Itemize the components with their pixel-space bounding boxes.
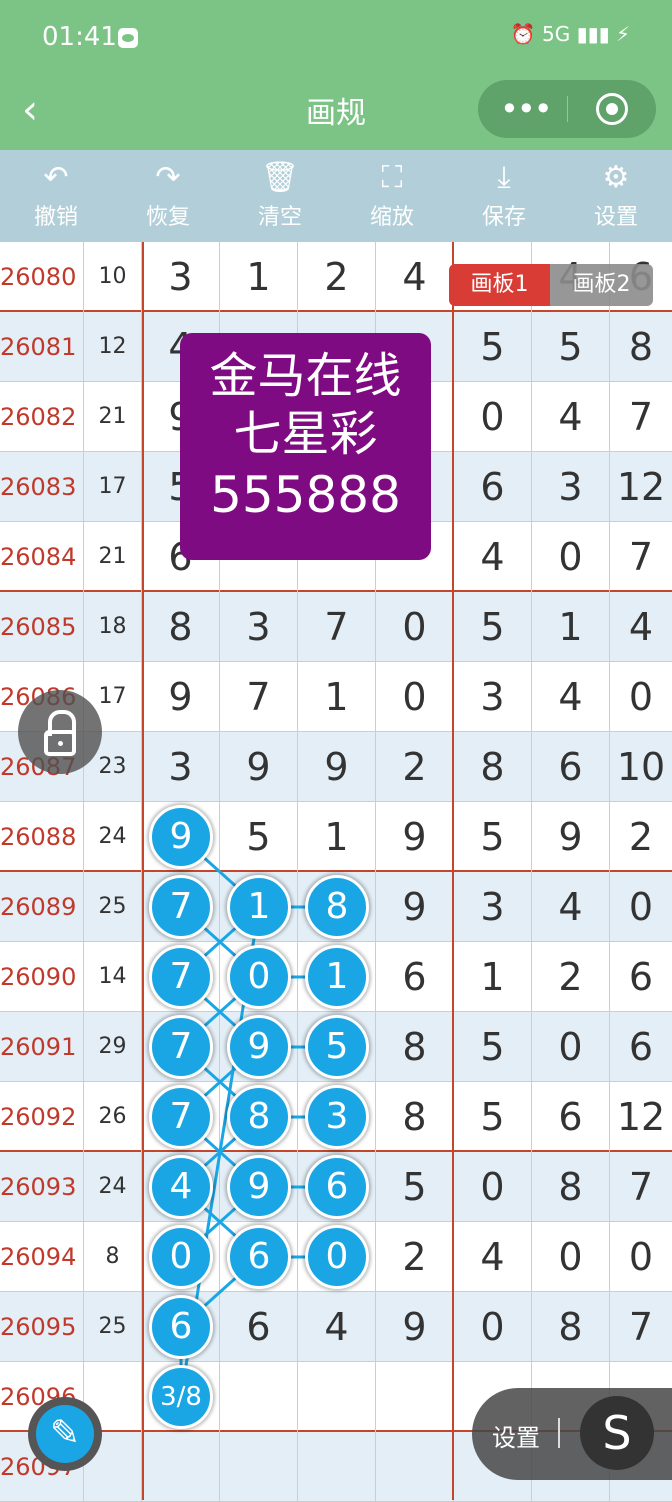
marked-number-bubble[interactable]: 4 bbox=[149, 1155, 213, 1219]
redo-label: 恢复 bbox=[145, 205, 190, 230]
undo-icon: ↶ bbox=[43, 160, 69, 195]
wechat-icon bbox=[118, 28, 138, 48]
marked-number-bubble[interactable]: 0 bbox=[305, 1225, 369, 1289]
marked-number-bubble[interactable]: 8 bbox=[305, 875, 369, 939]
zoom-button[interactable]: ⛶ 缩放 bbox=[336, 150, 448, 242]
pen-button[interactable]: ✎ bbox=[28, 1397, 102, 1471]
marked-number-bubble[interactable]: 3/8 bbox=[149, 1365, 213, 1429]
capsule-divider bbox=[567, 96, 568, 122]
marked-number-bubble[interactable]: 1 bbox=[305, 945, 369, 1009]
redo-button[interactable]: ↷ 恢复 bbox=[112, 150, 224, 242]
marked-number-bubble[interactable]: 0 bbox=[149, 1225, 213, 1289]
marked-number-bubble[interactable]: 3 bbox=[305, 1085, 369, 1149]
close-target-icon[interactable] bbox=[596, 93, 628, 125]
trash-icon: 🗑 bbox=[260, 160, 300, 195]
bottom-settings-pill: 设置 S bbox=[472, 1388, 672, 1480]
promo-banner: 金马在线 七星彩 555888 bbox=[180, 333, 431, 560]
zoom-icon: ⛶ bbox=[381, 160, 403, 195]
network-label: 5G bbox=[541, 22, 571, 46]
status-icons: ⏰ 5G ▮▮▮ ⚡ bbox=[510, 22, 630, 46]
undo-button[interactable]: ↶ 撤销 bbox=[0, 150, 112, 242]
miniprogram-capsule: ••• bbox=[478, 80, 656, 138]
board1-tab[interactable]: 画板1 bbox=[449, 264, 550, 306]
marked-number-bubble[interactable]: 6 bbox=[227, 1225, 291, 1289]
marked-number-bubble[interactable]: 1 bbox=[227, 875, 291, 939]
clear-button[interactable]: 🗑 清空 bbox=[224, 150, 336, 242]
status-time: 01:41 bbox=[42, 22, 117, 52]
download-icon: ⤓ bbox=[497, 160, 511, 195]
marked-number-bubble[interactable]: 9 bbox=[227, 1155, 291, 1219]
redo-icon: ↷ bbox=[155, 160, 181, 195]
undo-label: 撤销 bbox=[33, 205, 78, 230]
marked-number-bubble[interactable]: 0 bbox=[227, 945, 291, 1009]
lock-icon bbox=[44, 730, 76, 756]
promo-line3: 555888 bbox=[210, 466, 401, 524]
toolbar: ↶ 撤销 ↷ 恢复 🗑 清空 ⛶ 缩放 ⤓ 保存 ⚙ 设置 bbox=[0, 150, 672, 242]
promo-line1: 金马在线 bbox=[209, 348, 402, 404]
board-tabs: 画板1 画板2 bbox=[449, 264, 653, 306]
board2-tab[interactable]: 画板2 bbox=[550, 264, 653, 306]
promo-line2: 七星彩 bbox=[233, 406, 378, 462]
save-label: 保存 bbox=[481, 205, 526, 230]
marked-number-bubble[interactable]: 6 bbox=[305, 1155, 369, 1219]
settings-button[interactable]: ⚙ 设置 bbox=[560, 150, 672, 242]
settings-label: 设置 bbox=[593, 205, 638, 230]
lock-button[interactable] bbox=[18, 690, 102, 774]
gear-icon: ⚙ bbox=[602, 160, 630, 195]
pen-icon: ✎ bbox=[36, 1405, 94, 1463]
s-icon[interactable]: S bbox=[580, 1396, 654, 1470]
marked-number-bubble[interactable]: 7 bbox=[149, 1015, 213, 1079]
marked-number-bubble[interactable]: 7 bbox=[149, 875, 213, 939]
marked-number-bubble[interactable]: 6 bbox=[149, 1295, 213, 1359]
marked-number-bubble[interactable]: 8 bbox=[227, 1085, 291, 1149]
marked-number-bubble[interactable]: 9 bbox=[149, 805, 213, 869]
marked-number-bubble[interactable]: 9 bbox=[227, 1015, 291, 1079]
bottom-settings-button[interactable]: 设置 bbox=[492, 1418, 540, 1453]
more-button[interactable]: ••• bbox=[500, 90, 553, 128]
zoom-label: 缩放 bbox=[369, 205, 414, 230]
clear-label: 清空 bbox=[257, 205, 302, 230]
marked-number-bubble[interactable]: 7 bbox=[149, 1085, 213, 1149]
marked-number-bubble[interactable]: 7 bbox=[149, 945, 213, 1009]
save-button[interactable]: ⤓ 保存 bbox=[448, 150, 560, 242]
pill-divider bbox=[558, 1418, 560, 1448]
marked-number-bubble[interactable]: 5 bbox=[305, 1015, 369, 1079]
